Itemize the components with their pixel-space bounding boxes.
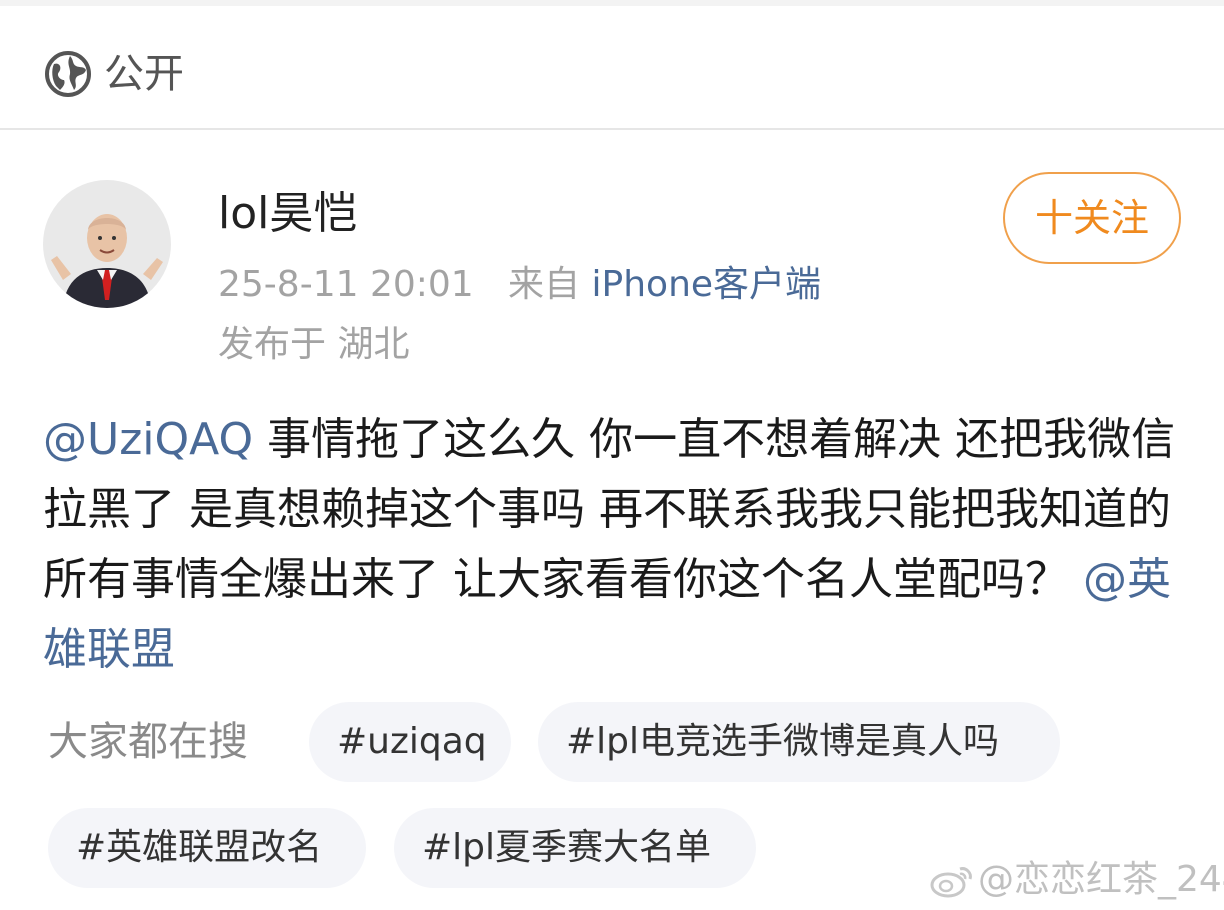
- visibility-row: 公开: [0, 6, 1224, 128]
- search-tag[interactable]: #uziqaq: [309, 702, 511, 782]
- avatar-image: [43, 180, 171, 308]
- username[interactable]: lol昊恺: [218, 186, 357, 242]
- globe-icon: [45, 51, 91, 97]
- search-tag[interactable]: #lpl电竞选手微博是真人吗: [538, 702, 1060, 782]
- timestamp: 25-8-11 20:01: [218, 264, 474, 305]
- avatar[interactable]: [43, 180, 171, 308]
- header-divider: [0, 128, 1224, 130]
- search-tag[interactable]: #英雄联盟改名: [48, 808, 366, 888]
- post-meta: 25-8-11 20:01 来自 iPhone客户端: [218, 262, 821, 308]
- location: 发布于 湖北: [218, 324, 410, 365]
- source-link[interactable]: iPhone客户端: [592, 264, 822, 305]
- search-tag[interactable]: #lpl夏季赛大名单: [394, 808, 756, 888]
- weibo-logo-icon: [930, 867, 972, 898]
- follow-button[interactable]: 十关注: [1003, 172, 1181, 264]
- post-body: @UziQAQ 事情拖了这么久 你一直不想着解决 还把我微信拉黑了 是真想赖掉这…: [43, 405, 1193, 685]
- trending-search-label: 大家都在搜: [48, 719, 248, 765]
- source-prefix: 来自: [508, 264, 581, 305]
- watermark: @恋恋红茶_244: [930, 856, 1224, 904]
- visibility-label: 公开: [104, 51, 184, 97]
- mention-uziqaq[interactable]: @UziQAQ: [43, 414, 253, 465]
- watermark-text: @恋恋红茶_244: [978, 859, 1224, 900]
